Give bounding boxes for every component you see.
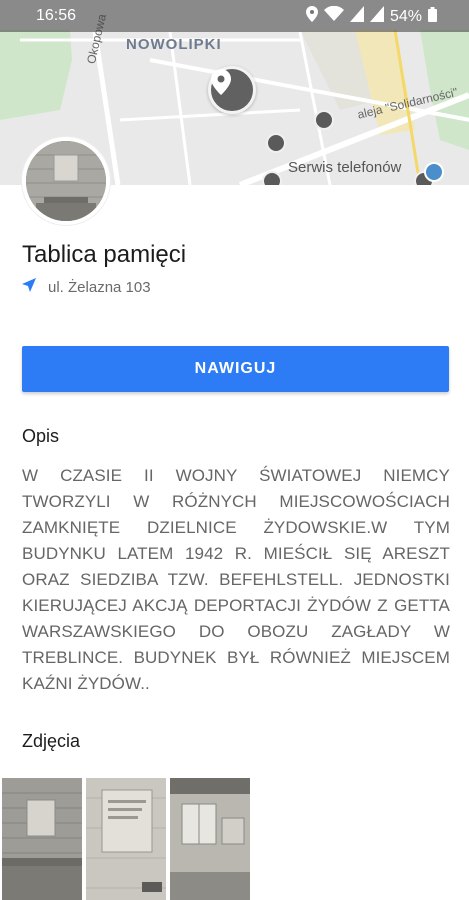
photo-thumbnail[interactable] <box>86 778 166 900</box>
wifi-icon <box>323 5 344 27</box>
photo-thumbnail[interactable] <box>170 778 250 900</box>
status-time: 16:56 <box>36 7 77 24</box>
status-bar: 16:56 54% <box>0 0 469 32</box>
signal-icon <box>349 6 364 27</box>
poi-help-icon[interactable] <box>424 162 444 182</box>
navigation-arrow-icon <box>22 278 36 297</box>
description-heading: Opis <box>22 426 60 446</box>
map-marker-icon[interactable] <box>262 171 282 185</box>
navigate-button[interactable]: NAWIGUJ <box>22 346 449 392</box>
description-text: W CZASIE II WOJNY ŚWIATOWEJ NIEMCY TWORZ… <box>22 466 450 693</box>
address-row: ul. Żelazna 103 <box>22 278 151 297</box>
map-district-label: NOWOLIPKI <box>126 36 222 53</box>
place-title: Tablica pamięci <box>22 241 187 268</box>
map-marker-icon[interactable] <box>314 110 334 130</box>
location-pin-icon[interactable] <box>208 66 256 114</box>
signal-icon <box>369 6 384 27</box>
status-icons: 54% <box>305 5 437 27</box>
location-icon <box>305 6 318 27</box>
photo-gallery <box>2 778 250 900</box>
map-poi-label[interactable]: Serwis telefonów <box>288 159 401 176</box>
place-avatar[interactable] <box>22 137 110 225</box>
place-address: ul. Żelazna 103 <box>48 279 151 296</box>
photo-thumbnail[interactable] <box>2 778 82 900</box>
battery-percent: 54% <box>389 7 422 25</box>
photos-heading: Zdjęcia <box>22 731 81 751</box>
battery-icon <box>428 6 437 27</box>
map-marker-icon[interactable] <box>266 133 286 153</box>
